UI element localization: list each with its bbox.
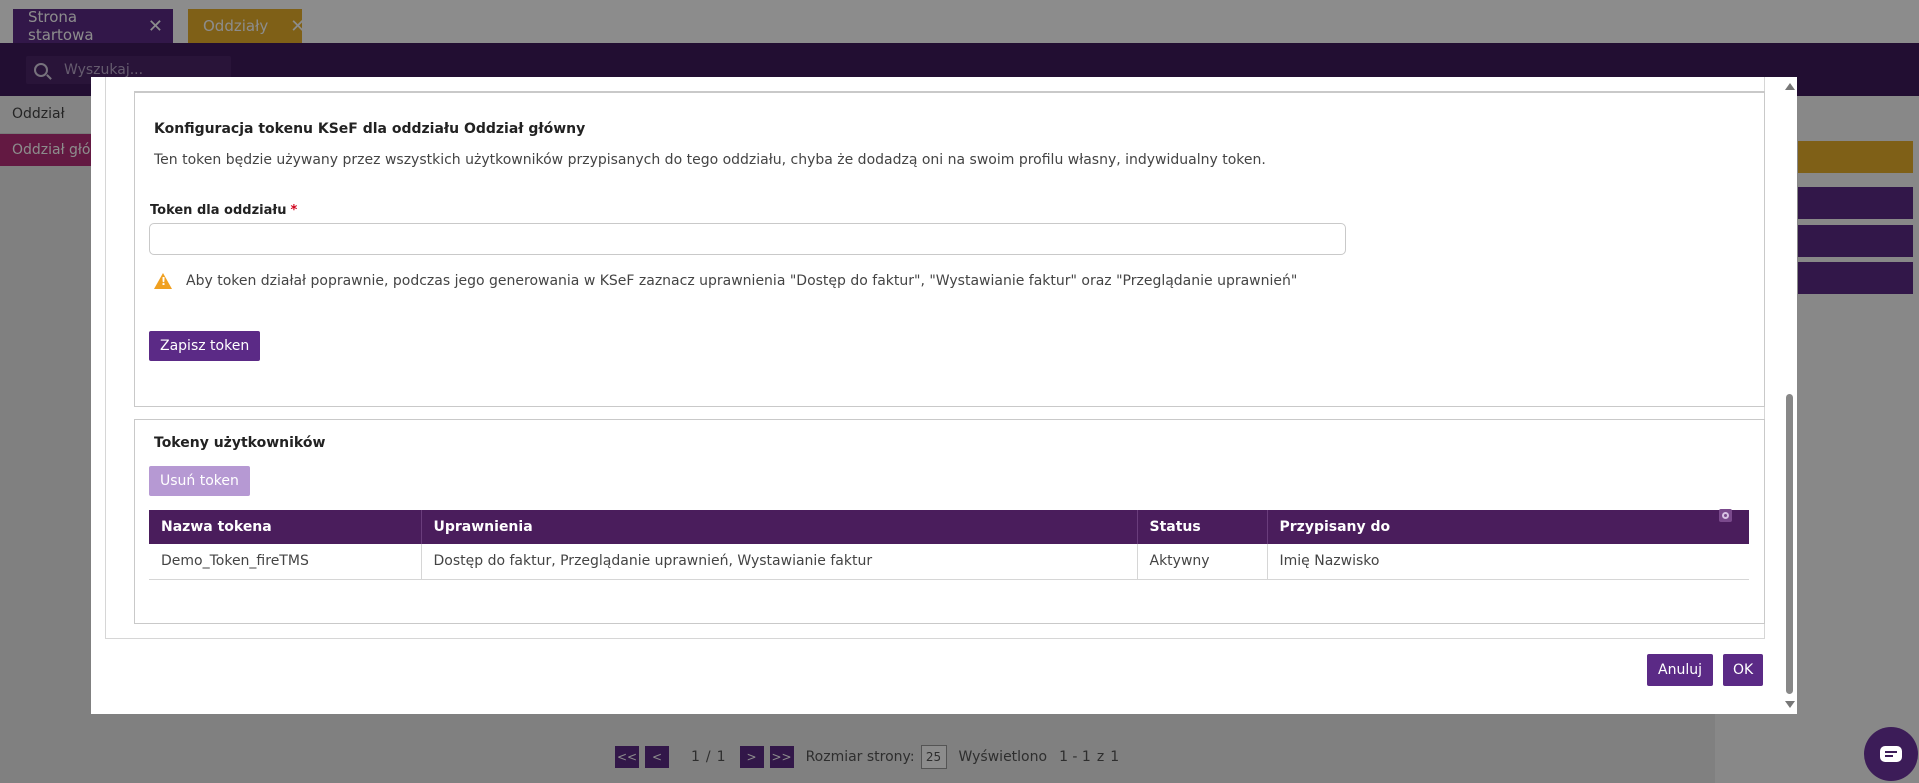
delete-token-button[interactable]: Usuń token xyxy=(149,466,250,496)
save-token-button[interactable]: Zapisz token xyxy=(149,331,261,361)
column-header-status[interactable]: Status xyxy=(1137,510,1268,544)
scroll-up-arrow-icon[interactable] xyxy=(1785,83,1795,90)
user-tokens-section: Tokeny użytkowników Usuń token Nazwa tok… xyxy=(134,419,1765,624)
user-tokens-title: Tokeny użytkowników xyxy=(154,435,326,451)
required-mark: * xyxy=(290,203,298,218)
ok-button[interactable]: OK xyxy=(1723,654,1764,686)
cell-status: Aktywny xyxy=(1137,544,1268,580)
cell-assigned-to: Imię Nazwisko xyxy=(1267,544,1749,580)
cell-token-name: Demo_Token_fireTMS xyxy=(149,544,422,580)
scroll-down-arrow-icon[interactable] xyxy=(1785,701,1795,708)
token-warning: Aby token działał poprawnie, podczas jeg… xyxy=(154,273,1297,289)
cancel-button[interactable]: Anuluj xyxy=(1647,654,1713,686)
branch-token-section: Konfiguracja tokenu KSeF dla oddziału Od… xyxy=(134,91,1765,407)
ksef-token-modal: Konfiguracja tokenu KSeF dla oddziału Od… xyxy=(91,77,1797,714)
token-field-label-text: Token dla oddziału xyxy=(150,203,287,218)
scrollbar-thumb[interactable] xyxy=(1786,394,1793,694)
branch-token-input[interactable] xyxy=(149,223,1346,255)
table-settings-gear-icon[interactable] xyxy=(1719,509,1732,522)
branch-token-title: Konfiguracja tokenu KSeF dla oddziału Od… xyxy=(154,121,586,137)
column-header-token-name[interactable]: Nazwa tokena xyxy=(149,510,422,544)
column-header-assigned-to[interactable]: Przypisany do xyxy=(1267,510,1749,544)
table-header-row: Nazwa tokena Uprawnienia Status Przypisa… xyxy=(149,510,1749,544)
column-header-permissions[interactable]: Uprawnienia xyxy=(421,510,1138,544)
modal-scrollbar[interactable] xyxy=(1782,77,1797,714)
chat-button[interactable] xyxy=(1864,727,1918,781)
user-tokens-table: Nazwa tokena Uprawnienia Status Przypisa… xyxy=(149,510,1749,580)
warning-icon xyxy=(154,273,172,289)
table-row[interactable]: Demo_Token_fireTMS Dostęp do faktur, Prz… xyxy=(149,544,1749,580)
token-field-label: Token dla oddziału * xyxy=(150,203,297,218)
cell-permissions: Dostęp do faktur, Przeglądanie uprawnień… xyxy=(421,544,1138,580)
branch-token-description: Ten token będzie używany przez wszystkic… xyxy=(154,152,1266,168)
chat-icon xyxy=(1880,746,1902,762)
modal-content: Konfiguracja tokenu KSeF dla oddziału Od… xyxy=(105,77,1765,639)
token-warning-text: Aby token działał poprawnie, podczas jeg… xyxy=(186,273,1298,289)
